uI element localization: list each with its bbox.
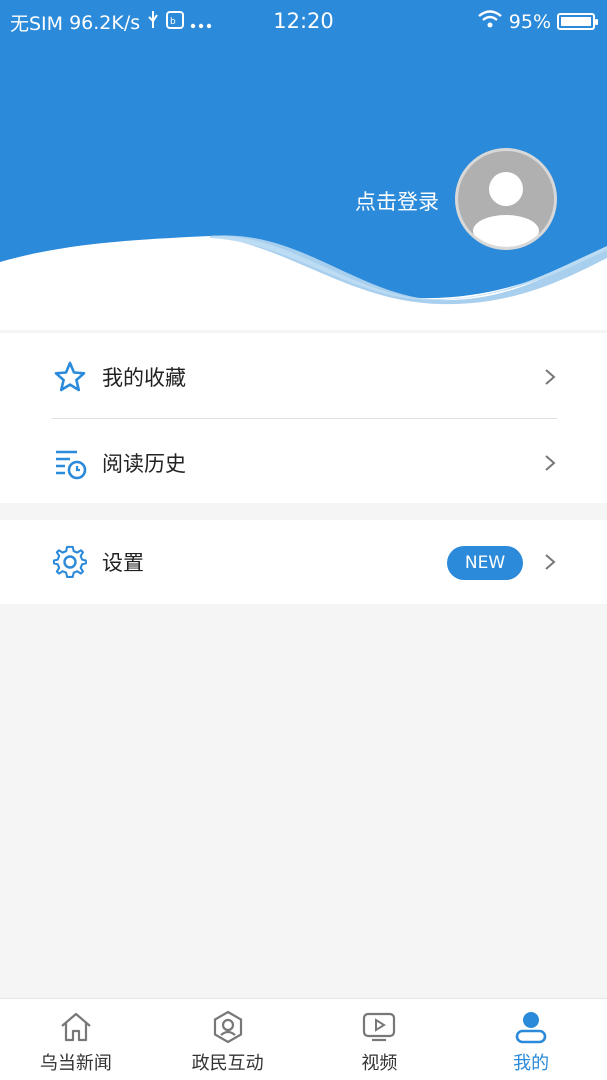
history-label: 阅读历史 — [102, 452, 186, 476]
profile-icon — [513, 1009, 549, 1045]
tab-profile[interactable]: 我的 — [455, 999, 607, 1080]
video-icon — [361, 1009, 397, 1045]
new-badge: NEW — [447, 546, 523, 580]
menu-group-settings: 设置 NEW — [0, 520, 607, 604]
favorites-label: 我的收藏 — [102, 366, 186, 390]
history-row[interactable]: 阅读历史 — [52, 421, 557, 505]
tab-interaction[interactable]: 政民互动 — [152, 999, 304, 1080]
history-icon — [52, 445, 88, 481]
tab-video[interactable]: 视频 — [304, 999, 456, 1080]
bottom-tab-bar: 乌当新闻 政民互动 视频 我的 — [0, 998, 607, 1080]
chevron-right-icon — [545, 369, 556, 385]
home-icon — [58, 1009, 94, 1045]
menu-group-primary: 我的收藏 阅读历史 — [0, 333, 607, 503]
tab-label: 政民互动 — [191, 1053, 264, 1074]
status-bar: 无SIM 96.2K/s b 12:20 95% — [0, 0, 607, 42]
tab-label: 我的 — [513, 1053, 550, 1074]
wifi-icon — [477, 9, 503, 34]
battery-icon — [557, 13, 598, 30]
settings-row[interactable]: 设置 NEW — [52, 520, 557, 604]
avatar[interactable] — [455, 148, 557, 250]
login-link[interactable]: 点击登录 — [355, 186, 439, 216]
star-icon — [52, 359, 88, 395]
tab-news[interactable]: 乌当新闻 — [0, 999, 152, 1080]
interaction-icon — [210, 1009, 246, 1045]
chevron-right-icon — [545, 455, 556, 471]
default-avatar-icon — [473, 172, 539, 247]
battery-percent: 95% — [508, 10, 551, 33]
gear-icon — [52, 544, 88, 580]
profile-header: 无SIM 96.2K/s b 12:20 95% 点击登录 — [0, 0, 607, 330]
chevron-right-icon — [545, 554, 556, 570]
favorites-row[interactable]: 我的收藏 — [52, 335, 557, 419]
divider — [52, 418, 557, 419]
tab-label: 视频 — [361, 1053, 398, 1074]
tab-label: 乌当新闻 — [39, 1053, 112, 1074]
